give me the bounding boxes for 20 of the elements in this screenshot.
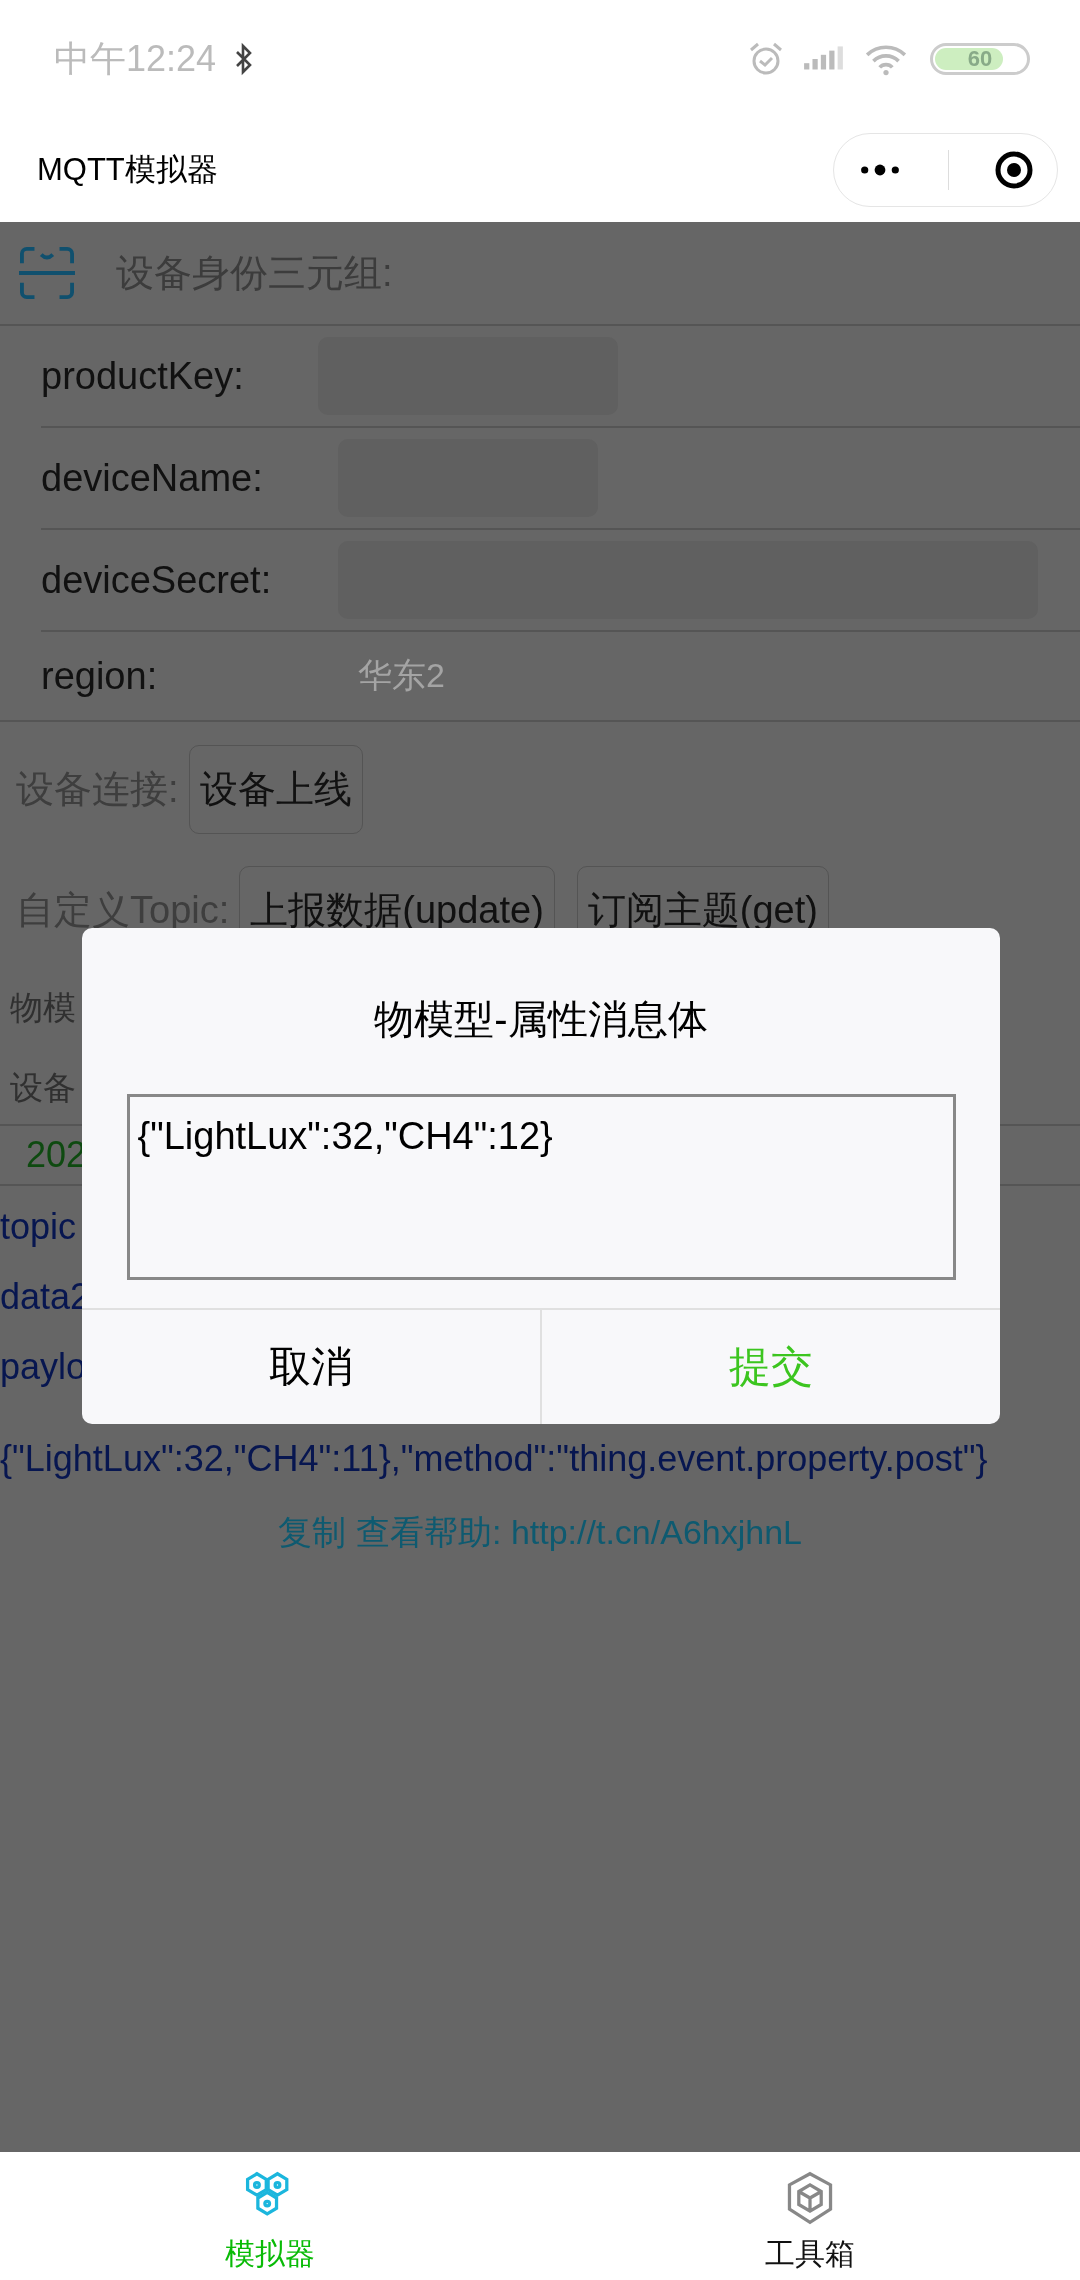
log-timestamp: 202 <box>26 1134 87 1176</box>
field-label: region: <box>41 654 159 698</box>
close-target-icon[interactable] <box>994 150 1035 190</box>
field-value: 华东2 <box>358 655 445 696</box>
tab[interactable]: 工具箱 <box>540 2152 1080 2280</box>
app-title: MQTT模拟器 <box>37 151 219 189</box>
alarm-icon <box>748 41 784 77</box>
battery-indicator: 60 <box>930 43 1030 75</box>
field-label: deviceSecret: <box>41 558 273 602</box>
tab[interactable]: 模拟器 <box>0 2152 540 2280</box>
log-line: {"LightLux":32,"CH4":11},"method":"thing.event.property.post"} <box>0 1437 988 1481</box>
log-line: topic <box>0 1205 77 1249</box>
status-time: 中午12:24 <box>54 36 217 81</box>
field-label: deviceName: <box>41 456 264 500</box>
field-label: productKey: <box>41 354 245 398</box>
dialog-title: 物模型-属性消息体 <box>374 996 708 1040</box>
cancel-button[interactable]: 取消 <box>82 1310 542 1424</box>
message-textarea[interactable]: {"LightLux":32,"CH4":12} <box>126 1094 956 1280</box>
submit-button[interactable]: 提交 <box>542 1310 1000 1424</box>
online-button[interactable]: 设备上线 <box>188 744 363 834</box>
